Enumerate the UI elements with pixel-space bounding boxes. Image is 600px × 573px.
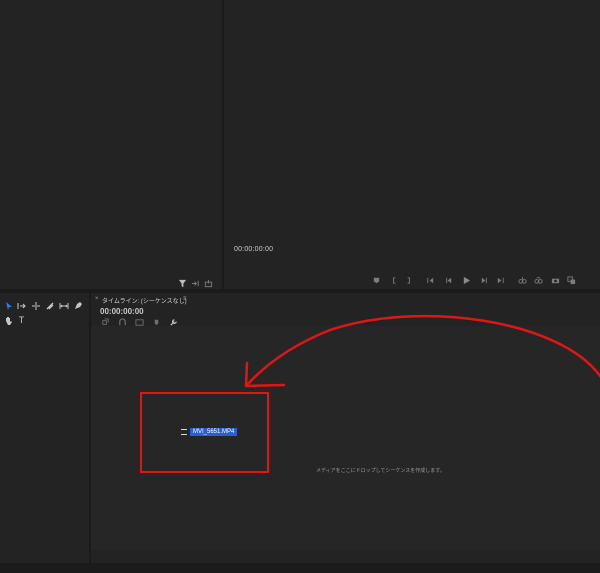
timeline-close-icon[interactable]: × <box>95 296 99 302</box>
step-forward-icon[interactable] <box>480 276 489 285</box>
go-to-out-icon[interactable] <box>496 276 505 285</box>
add-marker-icon[interactable] <box>372 276 381 285</box>
dragged-clip[interactable]: MVI_5651.MP4 <box>181 427 238 436</box>
razor-tool-icon[interactable] <box>44 301 55 312</box>
track-select-tool-icon[interactable] <box>16 301 27 312</box>
extract-icon[interactable] <box>534 276 543 285</box>
clip-handle-icon <box>181 428 187 435</box>
program-monitor-panel: 00:00:00:00 <box>224 0 600 289</box>
mark-in-icon[interactable] <box>390 276 399 285</box>
ripple-edit-tool-icon[interactable] <box>30 301 41 312</box>
button-editor-icon[interactable] <box>567 276 576 285</box>
camera-icon[interactable] <box>551 276 560 285</box>
source-monitor-panel <box>0 0 222 289</box>
selection-tool-icon[interactable] <box>3 301 14 312</box>
drop-hint-text: メディアをここにドロップしてシーケンスを作成します。 <box>316 468 445 474</box>
slip-tool-icon[interactable] <box>58 301 69 312</box>
hand-tool-icon[interactable] <box>3 315 14 326</box>
tools-panel: T <box>0 293 89 563</box>
mark-out-icon[interactable] <box>404 276 413 285</box>
timeline-header: × タイムライン: (シーケンスなし) ≡ 00:00:00:00 <box>91 293 600 326</box>
play-icon[interactable] <box>462 276 471 285</box>
program-timecode[interactable]: 00:00:00:00 <box>234 246 273 253</box>
export-icon[interactable] <box>204 279 213 288</box>
filter-icon[interactable] <box>178 279 187 288</box>
insert-icon[interactable] <box>191 279 200 288</box>
type-tool-glyph: T <box>18 315 25 325</box>
type-tool-icon[interactable]: T <box>16 315 27 326</box>
lift-icon[interactable] <box>518 276 527 285</box>
panel-menu-icon[interactable]: ≡ <box>183 296 187 302</box>
pen-tool-icon[interactable] <box>72 301 83 312</box>
clip-name: MVI_5651.MP4 <box>190 427 238 436</box>
step-back-icon[interactable] <box>444 276 453 285</box>
timeline-timecode[interactable]: 00:00:00:00 <box>100 307 144 316</box>
status-bar <box>0 563 600 573</box>
timeline-tab-title[interactable]: タイムライン: (シーケンスなし) <box>102 296 187 305</box>
go-to-in-icon[interactable] <box>426 276 435 285</box>
